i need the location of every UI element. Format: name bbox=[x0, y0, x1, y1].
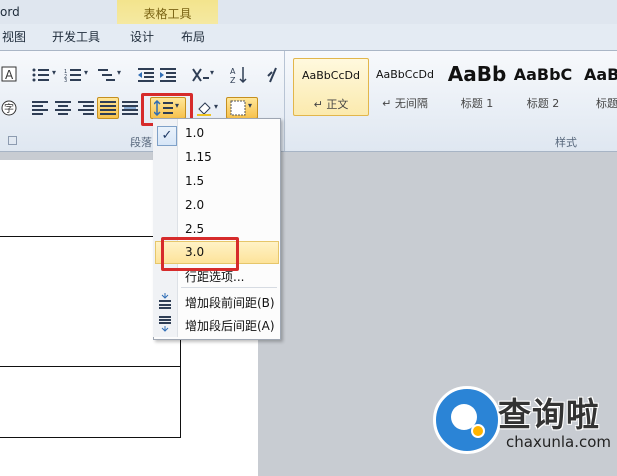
style-no-spacing[interactable]: AaBbCcDd ↵ 无间隔 bbox=[368, 58, 442, 114]
tab-design[interactable]: 设计 bbox=[130, 28, 154, 45]
svg-text:A: A bbox=[230, 67, 236, 76]
table-border-line bbox=[0, 437, 181, 438]
align-center-icon[interactable] bbox=[55, 101, 71, 117]
style-name: ↵ 无间隔 bbox=[382, 97, 428, 110]
space-before-icon bbox=[158, 293, 174, 309]
style-sample: AaBl bbox=[584, 65, 617, 84]
menu-item-add-space-after[interactable]: 增加段后间距(A) bbox=[155, 313, 277, 335]
enclose-characters-icon[interactable]: 字 bbox=[1, 100, 17, 116]
align-right-icon[interactable] bbox=[78, 101, 94, 117]
multilevel-dropdown-icon[interactable]: ▾ bbox=[117, 68, 121, 77]
borders-button[interactable]: ▾ bbox=[226, 97, 258, 119]
menu-separator bbox=[181, 287, 277, 288]
table-border-line bbox=[0, 366, 181, 367]
numbering-icon[interactable]: 123 bbox=[64, 68, 81, 84]
styles-group-label: 样式 bbox=[555, 136, 577, 149]
style-name: 标题 1 bbox=[460, 97, 494, 110]
shading-dropdown-icon[interactable]: ▾ bbox=[214, 102, 218, 111]
menu-item-label: 1.5 bbox=[185, 174, 205, 188]
numbering-dropdown-icon[interactable]: ▾ bbox=[84, 68, 88, 77]
menu-item-label: 增加段前间距(B) bbox=[185, 296, 275, 310]
style-heading-1[interactable]: AaBb 标题 1 bbox=[440, 58, 514, 114]
style-name: 标题 2 bbox=[526, 97, 560, 110]
bullets-icon[interactable] bbox=[32, 68, 49, 84]
style-heading-2[interactable]: AaBbC 标题 2 bbox=[506, 58, 580, 114]
style-title[interactable]: AaBl 标题 bbox=[582, 58, 617, 114]
character-border-icon[interactable]: A bbox=[1, 66, 17, 82]
title-bar bbox=[0, 0, 617, 24]
svg-text:字: 字 bbox=[4, 102, 14, 115]
menu-item-label: 1.0 bbox=[185, 126, 205, 140]
style-name: 标题 bbox=[596, 97, 617, 110]
svg-text:3: 3 bbox=[64, 78, 67, 82]
style-normal[interactable]: AaBbCcDd ↵ 正文 bbox=[293, 58, 369, 116]
menu-item-label: 增加段后间距(A) bbox=[185, 319, 275, 333]
paragraph-dialog-launcher[interactable] bbox=[8, 136, 17, 145]
menu-item-2-0[interactable]: 2.0 bbox=[155, 194, 277, 216]
style-sample: AaBbC bbox=[513, 65, 573, 84]
menu-item-line-spacing-options[interactable]: 行距选项... bbox=[155, 264, 277, 286]
tab-layout[interactable]: 布局 bbox=[181, 28, 205, 45]
borders-dropdown-icon: ▾ bbox=[248, 101, 253, 110]
style-sample: AaBb bbox=[447, 62, 507, 86]
sort-icon[interactable]: AZ bbox=[230, 66, 247, 84]
space-after-icon bbox=[158, 316, 174, 332]
multilevel-list-icon[interactable] bbox=[98, 68, 115, 84]
table-tools-label: 表格工具 bbox=[143, 7, 192, 21]
menu-item-label: 2.5 bbox=[185, 222, 205, 236]
watermark-logo-dot bbox=[471, 424, 485, 438]
svg-text:A: A bbox=[5, 68, 14, 82]
borders-icon bbox=[230, 100, 246, 116]
app-title: ord bbox=[0, 5, 20, 19]
justify-icon bbox=[100, 101, 116, 117]
tab-view[interactable]: 视图 bbox=[2, 28, 26, 45]
chinese-layout-dropdown-icon[interactable]: ▾ bbox=[210, 68, 214, 77]
style-sample: AaBbCcDd bbox=[376, 68, 434, 81]
paragraph-group-label: 段落 bbox=[130, 136, 152, 149]
increase-indent-icon[interactable] bbox=[160, 68, 176, 84]
style-sample: AaBbCcDd bbox=[302, 69, 360, 82]
menu-item-1-0[interactable]: 1.0 bbox=[155, 122, 277, 144]
shading-icon[interactable] bbox=[196, 100, 212, 116]
show-formatting-marks-icon[interactable] bbox=[266, 67, 282, 83]
menu-item-label: 1.15 bbox=[185, 150, 212, 164]
tab-developer[interactable]: 开发工具 bbox=[52, 28, 100, 45]
style-name: ↵ 正文 bbox=[313, 98, 349, 111]
bullets-dropdown-icon[interactable]: ▾ bbox=[52, 68, 56, 77]
watermark-title: 查询啦 bbox=[498, 395, 600, 434]
menu-item-add-space-before[interactable]: 增加段前间距(B) bbox=[155, 290, 277, 312]
decrease-indent-icon[interactable] bbox=[138, 68, 154, 84]
justify-button[interactable] bbox=[97, 97, 119, 119]
watermark-subtitle: chaxunla.com bbox=[506, 433, 611, 451]
menu-item-label: 行距选项... bbox=[185, 270, 245, 284]
menu-item-1-5[interactable]: 1.5 bbox=[155, 170, 277, 192]
align-left-icon[interactable] bbox=[32, 101, 48, 117]
svg-text:Z: Z bbox=[230, 76, 236, 84]
distributed-align-icon[interactable] bbox=[122, 101, 138, 117]
chinese-layout-icon[interactable] bbox=[192, 67, 209, 83]
menu-item-1-15[interactable]: 1.15 bbox=[155, 146, 277, 168]
menu-item-label: 2.0 bbox=[185, 198, 205, 212]
